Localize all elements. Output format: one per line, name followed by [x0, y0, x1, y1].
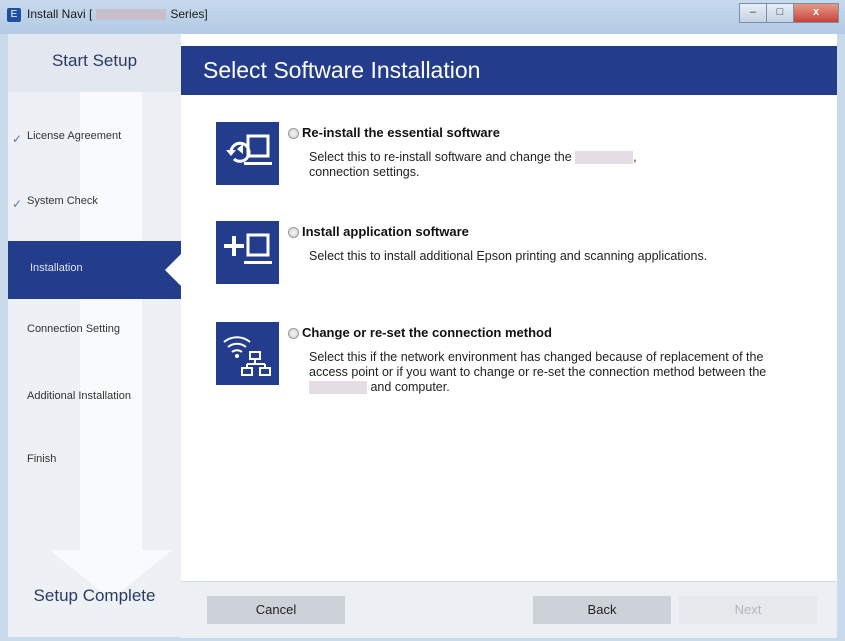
- step-label: Additional Installation: [27, 390, 131, 402]
- steps-sidebar: Start Setup ✓ License Agreement ✓ System…: [8, 34, 181, 637]
- radio-reinstall[interactable]: [288, 128, 299, 139]
- step-label: Installation: [30, 262, 83, 274]
- step-label: Finish: [27, 453, 57, 465]
- option-change-connection[interactable]: Change or re-set the connection method S…: [216, 322, 816, 422]
- option-description: Select this if the network environment h…: [309, 350, 779, 395]
- maximize-button[interactable]: □: [766, 3, 794, 23]
- window-controls: – □ x: [739, 3, 839, 23]
- description-text: Select this if the network environment h…: [309, 350, 767, 379]
- sidebar-complete: Setup Complete: [8, 574, 181, 637]
- step-label: System Check: [27, 195, 98, 207]
- client-area: Start Setup ✓ License Agreement ✓ System…: [8, 34, 837, 638]
- option-reinstall[interactable]: Re-install the essential software Select…: [216, 122, 816, 202]
- window-title: Install Navi [ Series]: [27, 7, 208, 21]
- description-text: Select this to re-install software and c…: [309, 150, 572, 164]
- sidebar-start: Start Setup: [8, 34, 181, 92]
- title-bar[interactable]: E Install Navi [ Series] – □ x: [0, 0, 845, 34]
- description-text: and computer.: [370, 380, 450, 394]
- option-description: Select this to re-install software and c…: [309, 150, 789, 180]
- checkmark-icon: ✓: [12, 197, 23, 211]
- setup-complete-label: Setup Complete: [33, 586, 156, 605]
- installer-window: E Install Navi [ Series] – □ x Start Setu…: [0, 0, 845, 641]
- description-text: ,: [633, 150, 637, 164]
- add-software-icon: [216, 221, 279, 284]
- next-button[interactable]: Next: [679, 596, 817, 624]
- option-install-applications[interactable]: Install application software Select this…: [216, 221, 816, 301]
- option-title: Change or re-set the connection method: [302, 325, 552, 340]
- page-title: Select Software Installation: [203, 57, 481, 83]
- description-text: connection settings.: [309, 165, 420, 179]
- cancel-button[interactable]: Cancel: [207, 596, 345, 624]
- option-title: Install application software: [302, 224, 469, 239]
- progress-arrow-shaft: [80, 92, 142, 550]
- app-icon: E: [7, 8, 21, 22]
- window-title-suffix: Series]: [170, 7, 208, 21]
- step-installation: Installation: [8, 241, 181, 299]
- network-connection-icon: [216, 322, 279, 385]
- option-title: Re-install the essential software: [302, 125, 500, 140]
- step-label: Connection Setting: [27, 323, 120, 335]
- back-button[interactable]: Back: [533, 596, 671, 624]
- redacted-text: [575, 151, 634, 165]
- radio-install-applications[interactable]: [288, 227, 299, 238]
- page-header: Select Software Installation: [181, 46, 837, 95]
- close-button[interactable]: x: [793, 3, 839, 23]
- window-title-prefix: Install Navi [: [27, 7, 93, 21]
- option-description: Select this to install additional Epson …: [309, 249, 708, 263]
- main-panel: Select Software Installation Re-install …: [181, 34, 837, 638]
- redacted-model: [96, 9, 167, 21]
- current-step-pointer-icon: [165, 254, 181, 286]
- radio-change-connection[interactable]: [288, 328, 299, 339]
- button-bar: Cancel Back Next: [181, 581, 837, 638]
- step-label: License Agreement: [27, 130, 122, 142]
- checkmark-icon: ✓: [12, 132, 23, 146]
- redacted-text: [309, 381, 367, 395]
- start-setup-label: Start Setup: [51, 51, 138, 70]
- minimize-button[interactable]: –: [739, 3, 767, 23]
- reinstall-icon: [216, 122, 279, 185]
